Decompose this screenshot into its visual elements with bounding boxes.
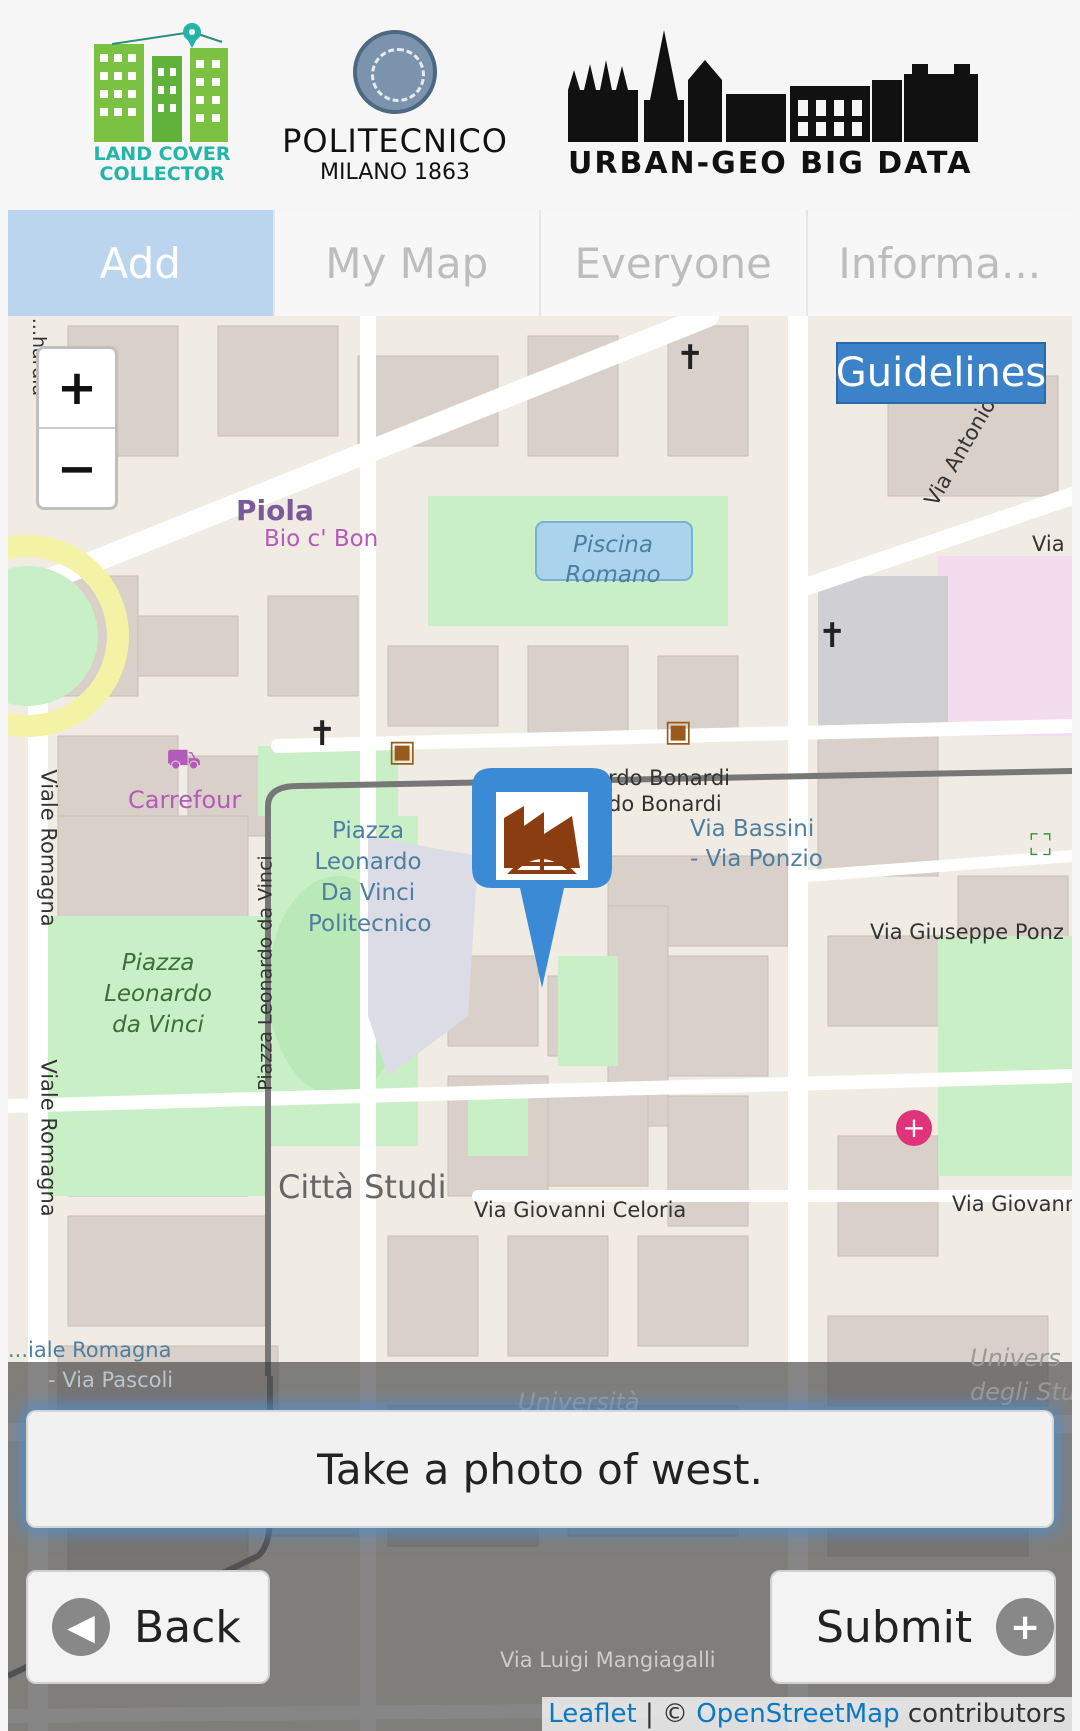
church-icon: ✝ <box>676 338 705 378</box>
map-label: Viale Romagna <box>36 769 61 927</box>
library-icon: ▣ <box>664 714 693 749</box>
urban-geo-big-data-title: URBAN-GEO BIG DATA <box>568 146 973 181</box>
tab-my-map[interactable]: My Map <box>274 210 541 316</box>
map-label: Via Giovann <box>952 1192 1072 1216</box>
politecnico-sub: MILANO 1863 <box>319 160 471 185</box>
attribution-tail: contributors <box>899 1699 1066 1729</box>
urban-geo-big-data-logo: URBAN-GEO BIG DATA <box>566 30 980 181</box>
map-label: ...iale Romagna <box>8 1338 172 1362</box>
map-label: Univers <box>970 1344 1061 1372</box>
skyline-icon <box>568 30 978 142</box>
plus-icon: + <box>996 1598 1054 1656</box>
leaflet-link[interactable]: Leaflet <box>548 1699 637 1729</box>
map-view[interactable]: Piola Bio c' Bon Piscina Romano Carrefour… <box>8 316 1072 1731</box>
map-label-bassini: Via Bassini - Via Ponzio <box>690 816 823 872</box>
shop-icon: ⛟ <box>166 742 202 775</box>
map-label: Via Giovanni Celoria <box>474 1198 687 1222</box>
map-label: degli Stu <box>970 1378 1072 1406</box>
map-label: Piazza Leonardo da Vinci <box>254 855 277 1091</box>
zoom-out-button[interactable]: − <box>39 429 115 507</box>
tab-add[interactable]: Add <box>8 210 275 316</box>
submit-button[interactable]: Submit + <box>770 1570 1056 1684</box>
map-label: Via Luigi Mangiagalli <box>500 1648 716 1672</box>
attribution-separator: | © <box>636 1699 697 1729</box>
tab-information[interactable]: Informa... <box>807 210 1072 316</box>
app-header: LAND COVER COLLECTOR POLITECNICO MILANO … <box>0 0 1080 210</box>
map-label: Viale Romagna <box>36 1059 61 1217</box>
land-cover-title-line2: COLLECTOR <box>99 163 225 185</box>
back-label: Back <box>134 1601 241 1653</box>
land-cover-collector-logo: LAND COVER COLLECTOR <box>92 22 232 187</box>
tab-everyone[interactable]: Everyone <box>541 210 808 316</box>
back-button[interactable]: ◀ Back <box>26 1570 270 1684</box>
politecnico-seal-icon <box>353 30 437 114</box>
map-label: Via Giuseppe Ponz <box>870 920 1064 944</box>
guidelines-button[interactable]: Guidelines <box>836 342 1046 404</box>
arrow-left-icon: ◀ <box>52 1598 110 1656</box>
church-icon: ✝ <box>818 616 847 656</box>
library-icon: ▣ <box>388 734 417 769</box>
zoom-control: + − <box>36 346 118 510</box>
submit-label: Submit <box>816 1601 973 1653</box>
politecnico-name: POLITECNICO <box>282 122 508 160</box>
land-cover-title-line1: LAND COVER <box>93 143 231 165</box>
tab-bar: Add My Map Everyone Informa... <box>8 210 1072 316</box>
openstreetmap-link[interactable]: OpenStreetMap <box>696 1699 899 1729</box>
pharmacy-icon: + <box>896 1110 932 1146</box>
map-label: - Via Pascoli <box>48 1368 174 1392</box>
map-label: Carrefour <box>128 786 242 814</box>
map-label: Bio c' Bon <box>264 526 379 552</box>
map-attribution: Leaflet | © OpenStreetMap contributors <box>542 1697 1072 1731</box>
church-icon: ✝ <box>308 714 337 754</box>
map-label-pool: Piscina Romano <box>565 532 661 588</box>
politecnico-logo: POLITECNICO MILANO 1863 <box>280 28 510 188</box>
land-cover-buildings-icon <box>94 23 228 142</box>
location-marker-icon[interactable] <box>472 768 612 988</box>
picnic-icon: ⛶ <box>1030 828 1051 863</box>
map-label: Via <box>1032 532 1065 556</box>
instruction-banner: Take a photo of west. <box>26 1410 1054 1528</box>
map-label-piazza-politecnico: Piazza Leonardo Da Vinci Politecnico <box>308 818 432 937</box>
map-label-piazza-leonardo: Piazza Leonardo da Vinci <box>104 950 212 1038</box>
zoom-in-button[interactable]: + <box>39 349 115 429</box>
map-label: Piola <box>236 494 314 527</box>
map-label: Città Studi <box>278 1168 447 1206</box>
